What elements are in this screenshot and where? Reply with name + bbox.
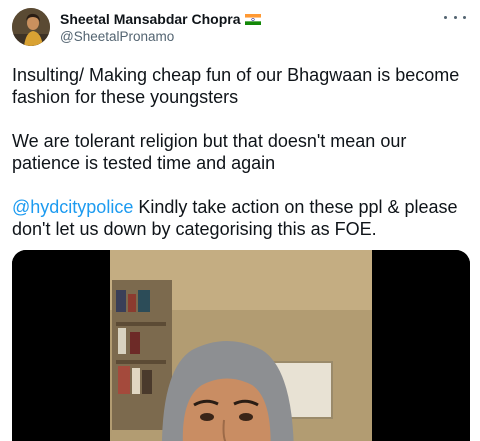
- author-name-row[interactable]: Sheetal Mansabdar Chopra: [60, 10, 261, 28]
- video-frame: [12, 250, 470, 441]
- mention-link[interactable]: @hydcitypolice: [12, 197, 133, 217]
- tweet-paragraph-1: Insulting/ Making cheap fun of our Bhagw…: [12, 65, 460, 107]
- tweet-card: Sheetal Mansabdar Chopra @SheetalPronamo…: [0, 0, 480, 441]
- video-thumbnail[interactable]: [12, 250, 470, 441]
- more-options-icon[interactable]: [444, 10, 466, 24]
- avatar-photo: [12, 8, 50, 46]
- author-handle[interactable]: @SheetalPronamo: [60, 29, 174, 44]
- india-flag-icon: [244, 13, 261, 25]
- author-display-name[interactable]: Sheetal Mansabdar Chopra: [60, 11, 241, 27]
- avatar[interactable]: [12, 8, 50, 46]
- tweet-paragraph-2: We are tolerant religion but that doesn'…: [12, 131, 407, 173]
- tweet-text: Insulting/ Making cheap fun of our Bhagw…: [12, 64, 472, 240]
- tweet-paragraph-3: @hydcitypolice Kindly take action on the…: [12, 196, 472, 240]
